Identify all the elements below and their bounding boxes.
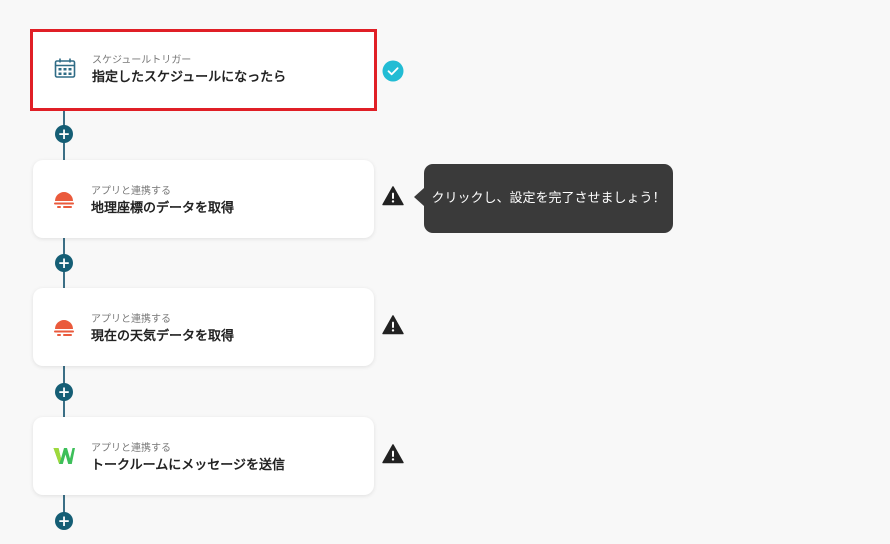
step-title: 地理座標のデータを取得 — [91, 201, 235, 216]
step-type-label: アプリと連携する — [91, 314, 171, 325]
add-step-button[interactable]: + — [55, 125, 73, 143]
warning-icon — [382, 185, 404, 207]
add-step-button[interactable]: + — [55, 254, 73, 272]
check-circle-icon — [382, 60, 404, 82]
calendar-clock-icon — [53, 56, 77, 80]
tooltip-arrow — [414, 188, 424, 206]
flow-step-geo-coordinates[interactable]: アプリと連携する 地理座標のデータを取得 — [33, 160, 374, 238]
add-step-button[interactable]: + — [55, 383, 73, 401]
flow-step-send-message[interactable]: アプリと連携する トークルームにメッセージを送信 — [33, 417, 374, 495]
w-logo-icon — [52, 444, 76, 468]
step-title: 現在の天気データを取得 — [91, 329, 235, 344]
step-title: トークルームにメッセージを送信 — [91, 458, 285, 473]
weather-sun-icon — [52, 315, 76, 339]
add-step-button[interactable]: + — [55, 512, 73, 530]
step-type-label: アプリと連携する — [91, 186, 171, 197]
setup-tooltip: クリックし、設定を完了させましょう！ — [424, 164, 673, 233]
flow-step-schedule-trigger[interactable]: スケジュールトリガー 指定したスケジュールになったら — [30, 29, 377, 111]
step-type-label: スケジュールトリガー — [92, 55, 192, 66]
step-title: 指定したスケジュールになったら — [92, 70, 287, 85]
warning-icon — [382, 443, 404, 465]
step-type-label: アプリと連携する — [91, 443, 171, 454]
flow-step-current-weather[interactable]: アプリと連携する 現在の天気データを取得 — [33, 288, 374, 366]
warning-icon — [382, 314, 404, 336]
weather-sun-icon — [52, 187, 76, 211]
